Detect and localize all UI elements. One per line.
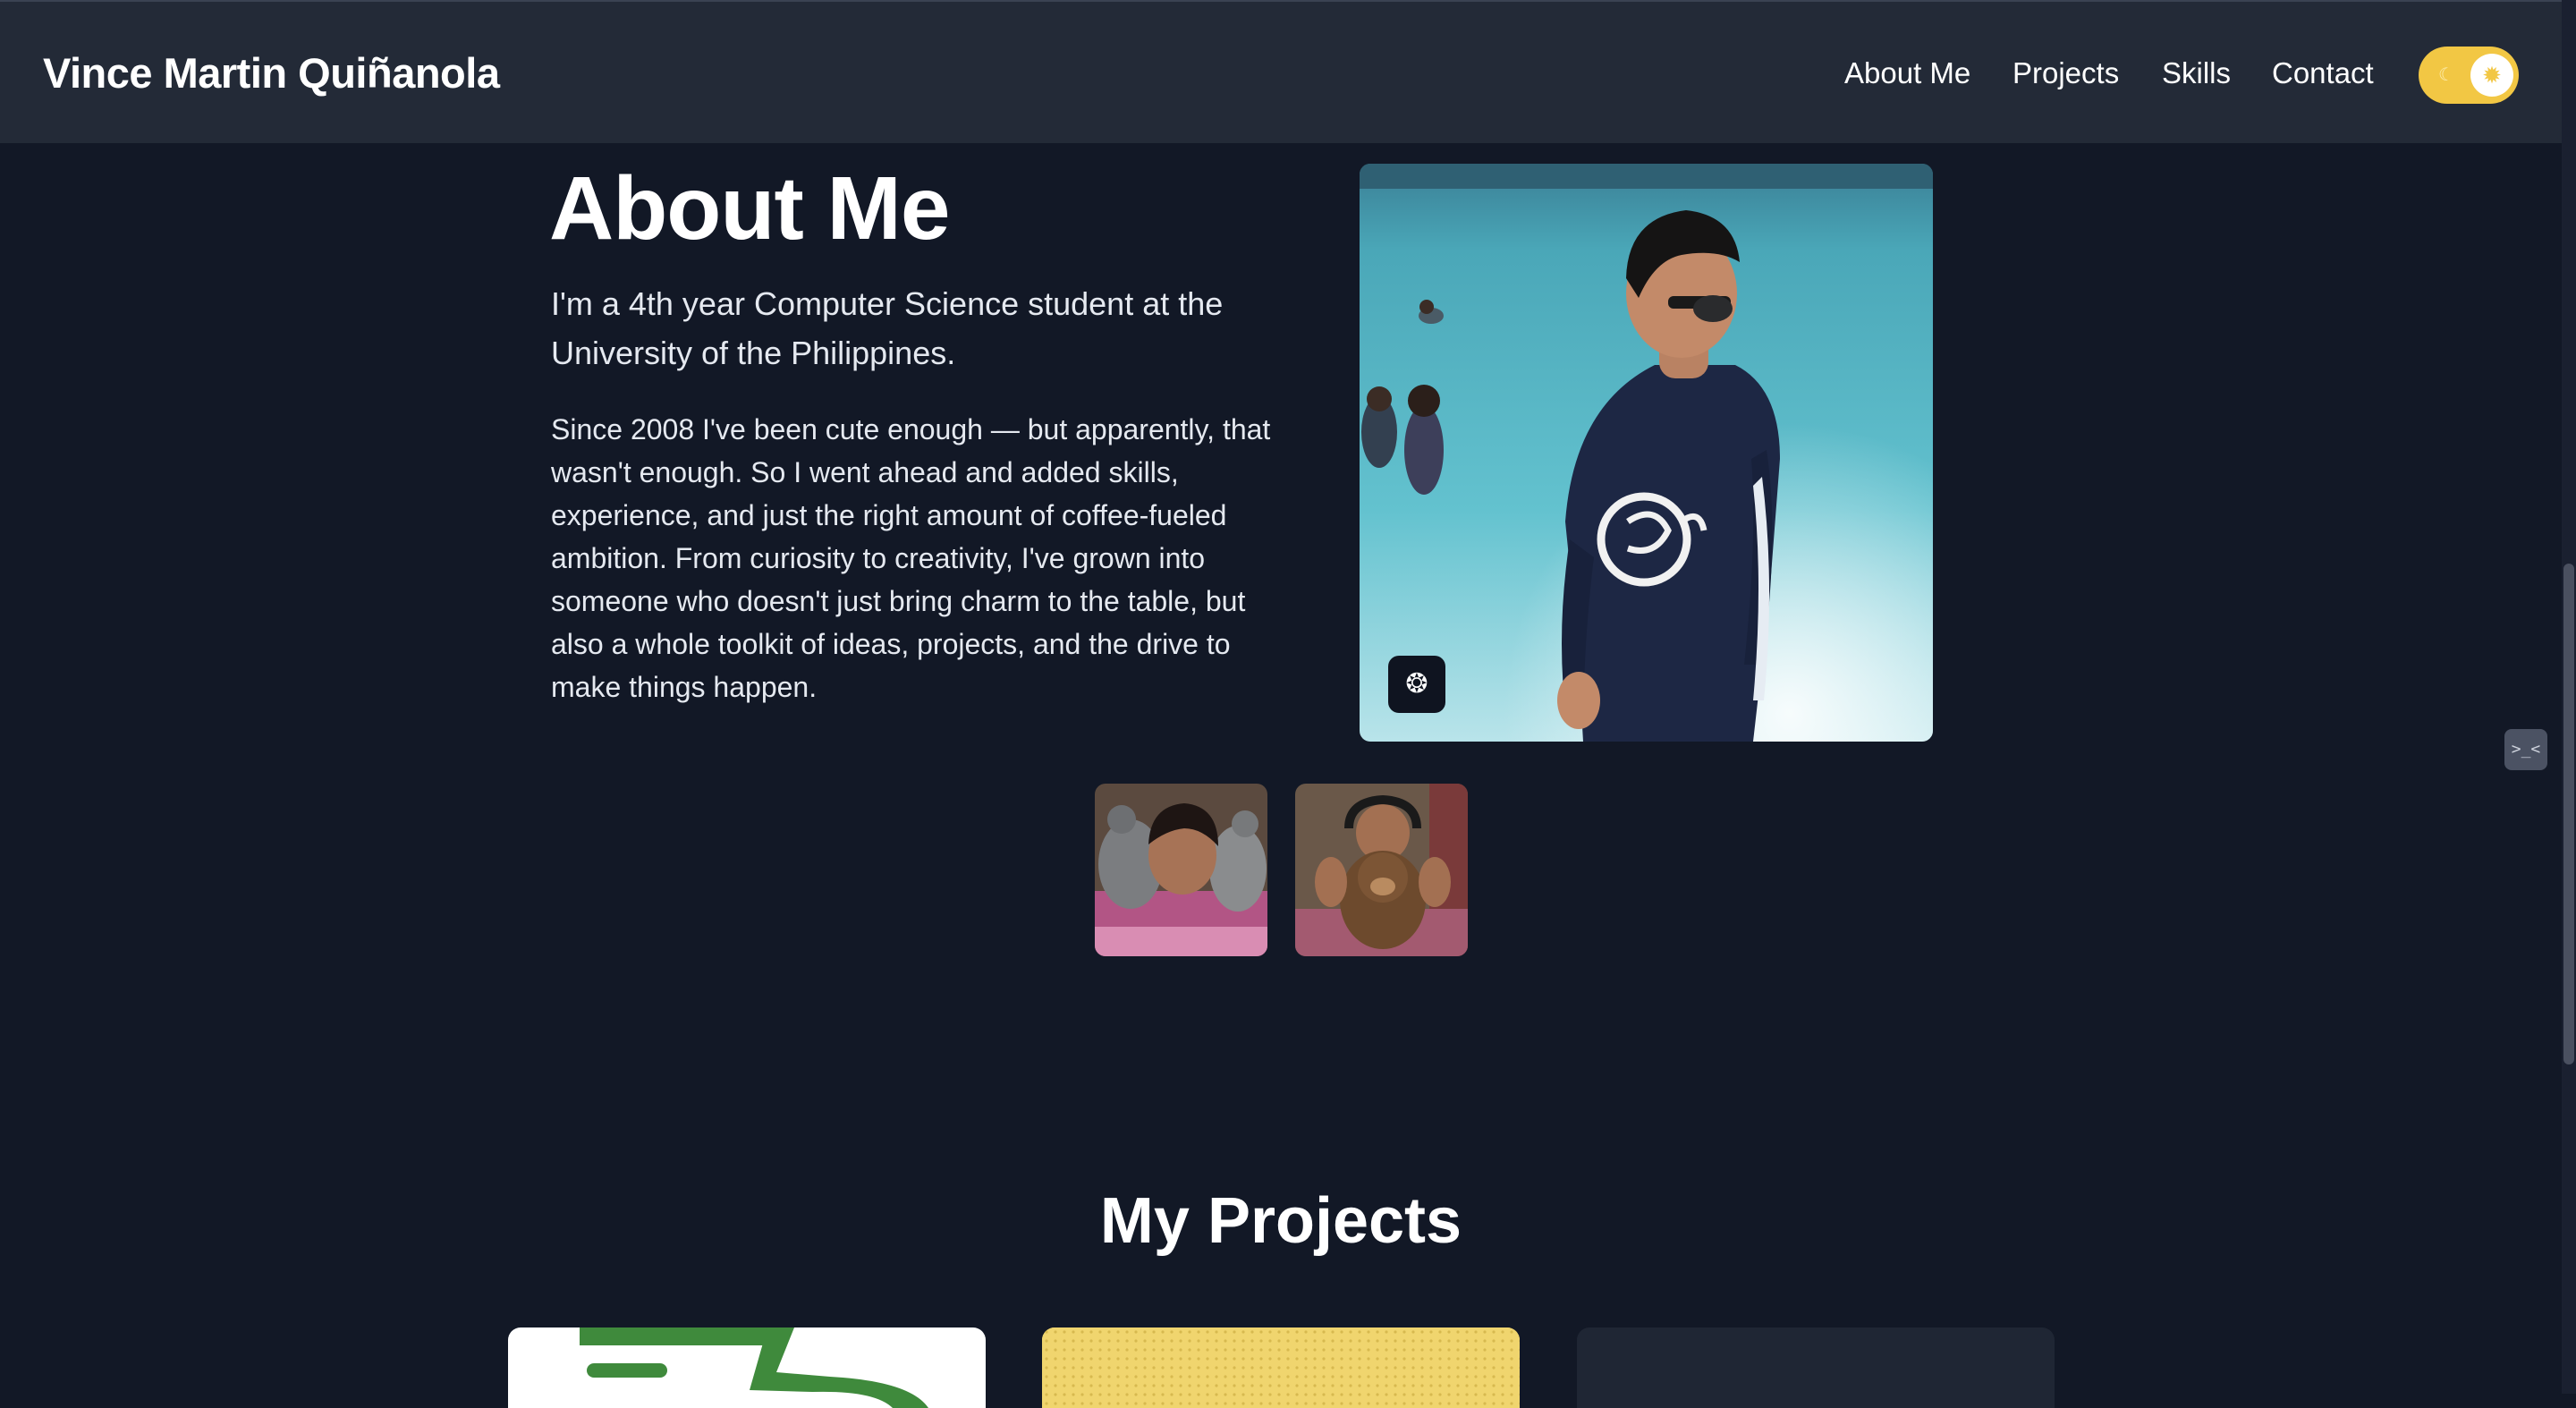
terminal-icon[interactable]: >_<: [2504, 729, 2547, 770]
site-brand[interactable]: Vince Martin Quiñanola: [43, 48, 500, 98]
project-card-3[interactable]: [1577, 1327, 2055, 1408]
child-with-teddy-image: [1295, 784, 1468, 956]
project-2-pattern-image: [1042, 1327, 1520, 1408]
brain-icon[interactable]: brain-icon: [1388, 656, 1445, 713]
top-navbar: Vince Martin Quiñanola About Me Projects…: [0, 0, 2562, 143]
childhood-photo-thumbnail-1[interactable]: [1095, 784, 1267, 956]
nav-contact[interactable]: Contact: [2272, 56, 2374, 90]
projects-title: My Projects: [1099, 1185, 1462, 1257]
nav-projects[interactable]: Projects: [2012, 56, 2119, 90]
theme-toggle[interactable]: ☾ ✹: [2419, 47, 2519, 104]
project-card-2[interactable]: [1042, 1327, 1520, 1408]
about-lead: I'm a 4th year Computer Science student …: [551, 285, 1224, 371]
childhood-photo-thumbnail-2[interactable]: [1295, 784, 1468, 956]
moon-icon: ☾: [2438, 65, 2454, 85]
project-1-logo-image: [580, 1327, 928, 1408]
scrollbar-thumb[interactable]: [2563, 564, 2574, 1064]
about-title: About Me: [549, 158, 950, 259]
nav-about-me[interactable]: About Me: [1844, 56, 1970, 90]
child-with-plush-image: [1095, 784, 1267, 956]
nav-skills[interactable]: Skills: [2162, 56, 2231, 90]
toggle-knob: ✹: [2470, 54, 2513, 97]
beach-portrait-image: [1360, 164, 1933, 742]
project-card-1[interactable]: [508, 1327, 986, 1408]
profile-photo: [1360, 164, 1933, 742]
sun-icon: ✹: [2482, 62, 2502, 89]
about-body: Since 2008 I've been cute enough — but a…: [551, 413, 1271, 703]
